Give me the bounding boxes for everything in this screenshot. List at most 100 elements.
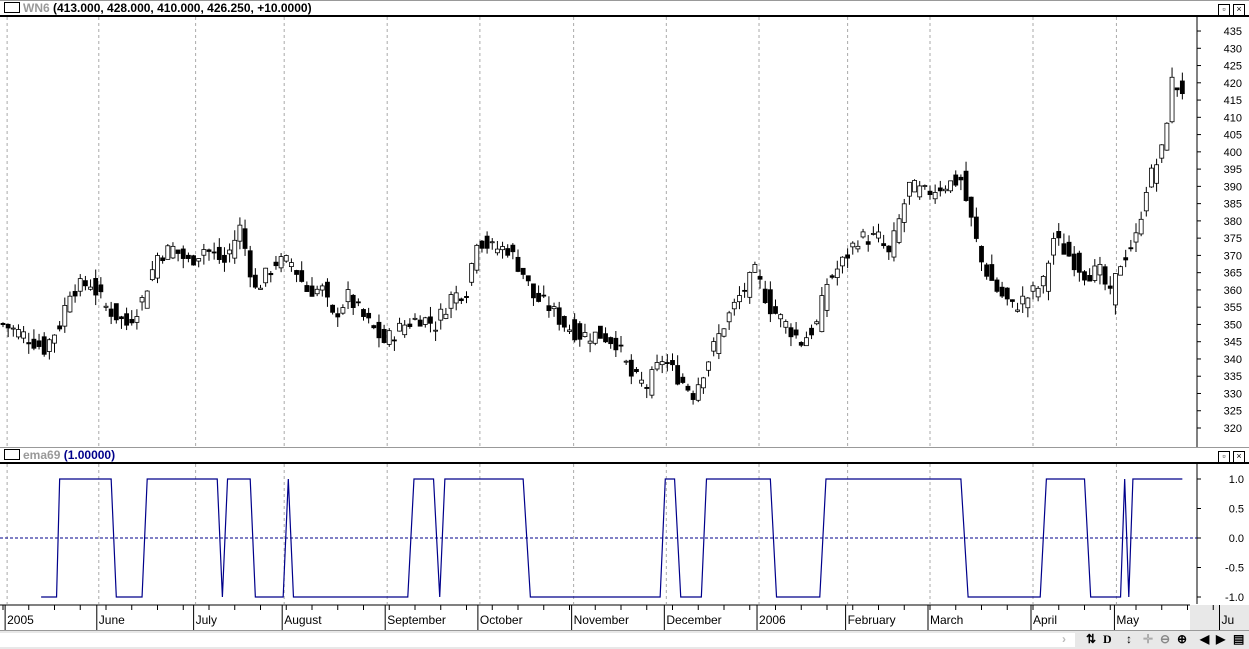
- scroll-right-icon[interactable]: ›: [1062, 632, 1066, 646]
- candle-body: [587, 340, 593, 344]
- candle-body: [273, 261, 279, 267]
- indicator-chart[interactable]: 1.0 0.5 0.0 -0.5 -1.0 2005 June July August Septe…: [0, 464, 1249, 630]
- candle-body: [309, 285, 315, 297]
- candle-body: [999, 286, 1005, 297]
- y-tick-label: 435: [1224, 26, 1242, 38]
- candle-body: [1004, 287, 1010, 300]
- candle-body: [88, 286, 93, 290]
- candle-body: [355, 301, 361, 304]
- restore-icon[interactable]: ▫: [1218, 4, 1230, 16]
- candle-body: [52, 334, 57, 344]
- candle-body: [572, 319, 578, 341]
- candle-body: [1164, 122, 1170, 151]
- candle-body: [113, 303, 119, 321]
- candle-body: [829, 275, 835, 278]
- candle-body: [845, 254, 850, 259]
- x-tick-label: 2005: [7, 613, 34, 627]
- candle-body: [36, 340, 42, 347]
- candle-body: [819, 295, 825, 333]
- candle-body: [865, 241, 871, 245]
- candle-body: [948, 180, 953, 192]
- y-tick-label: 335: [1224, 371, 1242, 383]
- candle-body: [1123, 257, 1129, 261]
- y-tick-label: 380: [1224, 216, 1242, 228]
- candle-body: [1051, 238, 1056, 256]
- restore-icon[interactable]: ▫: [1218, 451, 1230, 463]
- candle-body: [788, 327, 794, 338]
- candle-body: [494, 248, 500, 254]
- y-tick-label: 375: [1224, 233, 1242, 245]
- candle-body: [1066, 241, 1072, 257]
- candle-body: [386, 330, 392, 345]
- candle-body: [891, 230, 897, 258]
- zoom-in-icon[interactable]: ⊕: [1177, 632, 1187, 646]
- price-chart[interactable]: 320 325 330 335 340 345 350 355 360 365 370 375 380 3…: [0, 17, 1249, 447]
- zoom-out-icon[interactable]: ⊖: [1160, 632, 1170, 646]
- prev-icon[interactable]: ◀: [1200, 632, 1209, 646]
- candle-body: [77, 278, 83, 292]
- candle-body: [742, 289, 747, 292]
- candle-body: [1133, 232, 1139, 243]
- candle-body: [1174, 87, 1180, 91]
- pane-icon[interactable]: [4, 449, 20, 460]
- candle-body: [201, 249, 207, 256]
- y-tick-label: 410: [1224, 112, 1242, 124]
- sync-icon[interactable]: ⇅: [1086, 632, 1096, 646]
- candle-body: [582, 332, 588, 337]
- y-tick-label: 350: [1224, 319, 1242, 331]
- candle-body: [701, 377, 706, 389]
- candle-body: [155, 255, 160, 279]
- crosshair-icon[interactable]: ✛: [1143, 632, 1153, 646]
- vertical-zoom-icon[interactable]: ↕: [1126, 632, 1132, 646]
- candle-body: [345, 289, 351, 303]
- toolbar: › ⇅ D ↕ ✛ ⊖ ⊕ ◀ ▶ ▤: [0, 630, 1249, 649]
- candle-body: [783, 321, 789, 328]
- candle-body: [870, 233, 876, 235]
- pane-icon[interactable]: [4, 2, 20, 13]
- candle-body: [484, 235, 490, 249]
- close-icon[interactable]: ×: [1233, 4, 1245, 16]
- candle-body: [252, 274, 258, 288]
- candle-body: [149, 269, 155, 281]
- d-button[interactable]: D: [1103, 632, 1112, 647]
- candle-body: [340, 307, 346, 314]
- candle-body: [268, 272, 274, 276]
- candle-body: [330, 304, 336, 313]
- candle-body: [886, 245, 892, 253]
- close-icon[interactable]: ×: [1233, 451, 1245, 463]
- candle-body: [391, 339, 397, 342]
- y-tick-label: 345: [1224, 337, 1242, 349]
- price-values: (413.000, 428.000, 410.000, 426.250, +10…: [53, 1, 312, 15]
- candle-body: [551, 306, 557, 310]
- y-tick-label: 360: [1224, 285, 1242, 297]
- candle-body: [561, 316, 567, 328]
- candle-body: [824, 284, 830, 311]
- next-icon[interactable]: ▶: [1216, 632, 1225, 646]
- candle-body: [958, 176, 964, 181]
- candle-body: [690, 393, 696, 400]
- horizontal-scrollbar[interactable]: [0, 633, 1075, 647]
- candle-body: [634, 369, 639, 372]
- candle-body: [319, 285, 325, 291]
- candle-body: [170, 245, 176, 259]
- candle-body: [103, 305, 109, 308]
- candle-body: [247, 250, 253, 278]
- candle-body: [814, 321, 820, 325]
- candle-body: [263, 267, 269, 284]
- y-tick-label: 415: [1224, 95, 1242, 107]
- candle-body: [917, 185, 923, 198]
- candle-body: [927, 190, 933, 195]
- candle-body: [1040, 276, 1046, 287]
- candle-body: [469, 263, 475, 283]
- y-tick-label: 1.0: [1229, 474, 1244, 486]
- candle-body: [659, 361, 665, 366]
- candle-body: [850, 242, 856, 248]
- candle-body: [922, 185, 928, 187]
- candle-body: [510, 244, 516, 253]
- candle-body: [366, 312, 372, 319]
- price-pane-titlebar: WN6 (413.000, 428.000, 410.000, 426.250,…: [0, 0, 1249, 17]
- candle-body: [546, 305, 552, 312]
- properties-icon[interactable]: ▤: [1233, 632, 1244, 646]
- candle-body: [644, 387, 650, 389]
- candle-body: [474, 244, 480, 271]
